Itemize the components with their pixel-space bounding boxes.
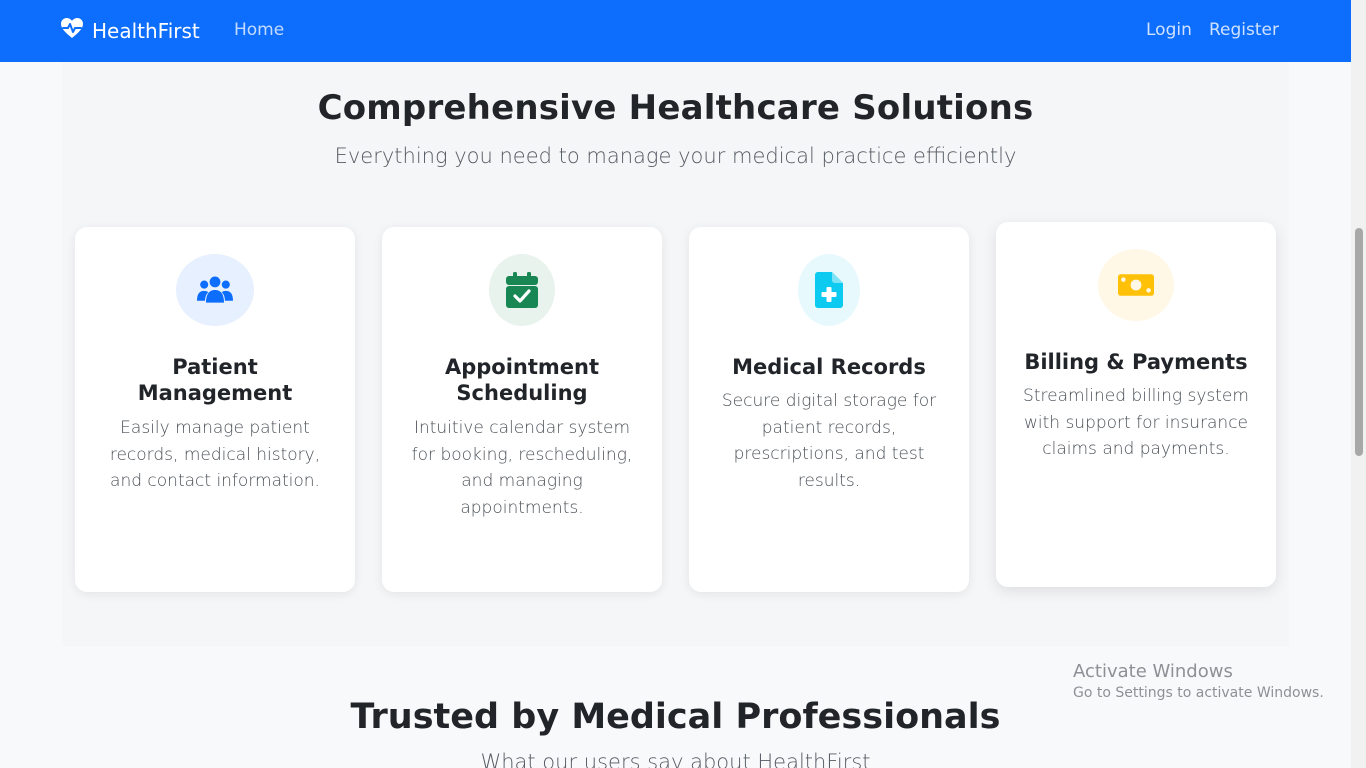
scrollbar-thumb[interactable] [1355,228,1363,456]
nav-login-link[interactable]: Login [1146,20,1192,40]
feature-card-medical-records: Medical Records Secure digital storage f… [689,227,969,592]
watermark-subtitle: Go to Settings to activate Windows. [1073,685,1324,701]
card-description: Intuitive calendar system for booking, r… [411,418,633,518]
features-subtitle: Everything you need to manage your medic… [334,144,1017,168]
brand-link[interactable]: HealthFirst [60,17,200,44]
money-bill-icon [1098,249,1174,321]
feature-card-appointment-scheduling: Appointment Scheduling Intuitive calenda… [382,227,662,592]
feature-card-billing-payments: Billing & Payments Streamlined billing s… [996,222,1276,587]
navbar: HealthFirst Home Login Register [0,0,1351,62]
file-medical-icon [798,254,860,326]
feature-card-patient-management: Patient Management Easily manage patient… [75,227,355,592]
testimonials-title: Trusted by Medical Professionals [350,697,1001,737]
features-title: Comprehensive Healthcare Solutions [317,88,1034,128]
card-title: Patient Management [137,355,293,405]
card-description: Secure digital storage for patient recor… [721,391,937,491]
brand-name: HealthFirst [92,18,200,43]
heart-pulse-icon [60,17,84,44]
users-icon [176,254,254,326]
card-description: Streamlined billing system with support … [1023,386,1249,459]
card-description: Easily manage patient records, medical h… [109,418,321,491]
card-title: Billing & Payments [1024,350,1248,374]
card-title: Medical Records [732,355,926,379]
calendar-check-icon [489,254,555,326]
watermark-title: Activate Windows [1073,661,1233,682]
card-title: Appointment Scheduling [444,355,600,405]
testimonials-subtitle: What our users say about HealthFirst [480,750,871,768]
nav-register-link[interactable]: Register [1209,20,1279,40]
activate-windows-watermark: Activate Windows Go to Settings to activ… [1073,661,1324,701]
nav-home-link[interactable]: Home [234,20,284,40]
vertical-scrollbar[interactable] [1351,0,1366,768]
